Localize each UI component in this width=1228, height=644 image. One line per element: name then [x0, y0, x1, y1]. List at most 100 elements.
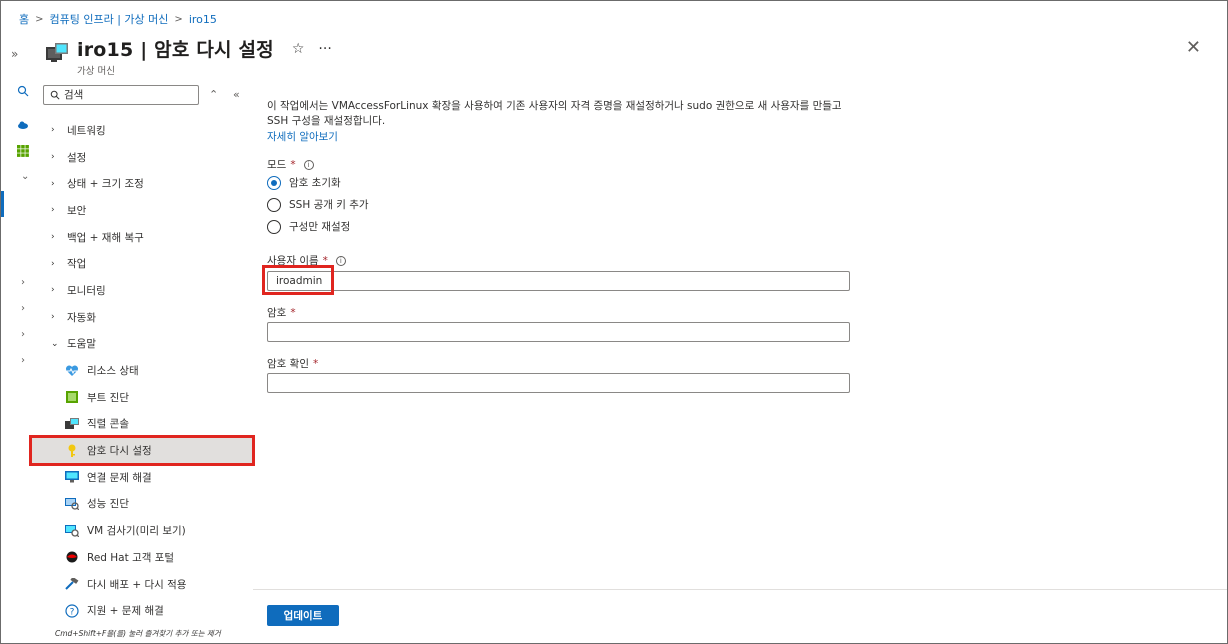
- menu-item-label: 상태 + 크기 조정: [67, 178, 144, 191]
- menu-item-connection-troubleshoot[interactable]: 연결 문제 해결: [31, 464, 253, 491]
- expand-menu-icon[interactable]: »: [11, 47, 18, 61]
- mode-option-add-ssh-key[interactable]: SSH 공개 키 추가: [267, 197, 369, 212]
- chevron-right-icon: ›: [51, 152, 55, 163]
- breadcrumb-compute[interactable]: 컴퓨팅 인프라 | 가상 머신: [50, 11, 169, 27]
- star-icon[interactable]: ☆: [292, 41, 305, 57]
- chevron-right-icon[interactable]: ›: [21, 329, 25, 340]
- info-icon[interactable]: i: [303, 159, 314, 170]
- menu-search-input[interactable]: [64, 89, 184, 101]
- update-button[interactable]: 업데이트: [267, 605, 339, 626]
- grid-icon[interactable]: [17, 145, 29, 157]
- menu-item-resource-health[interactable]: 리소스 상태: [31, 357, 253, 384]
- menu-search-box[interactable]: [43, 85, 199, 105]
- page-title: iro15 | 암호 다시 설정: [77, 39, 274, 61]
- menu-item-reset-password[interactable]: 암호 다시 설정: [29, 435, 255, 466]
- chevron-right-icon: ›: [51, 205, 55, 216]
- selection-indicator: [1, 191, 4, 217]
- chevron-right-icon: ›: [51, 125, 55, 136]
- menu-item-label: Red Hat 고객 포털: [87, 551, 175, 564]
- chevron-right-icon: >: [35, 13, 44, 25]
- menu-item-label: 지원 + 문제 해결: [87, 605, 164, 618]
- heart-pulse-icon: [65, 364, 79, 378]
- monitor-icon: [65, 470, 79, 484]
- chevron-right-icon: ›: [51, 312, 55, 323]
- menu-item-automation[interactable]: › 자동화: [31, 304, 253, 331]
- menu-item-label: 보안: [67, 204, 87, 217]
- menu-item-networking[interactable]: › 네트워킹: [31, 117, 253, 144]
- question-icon: ?: [65, 604, 79, 618]
- menu-item-label: 자동화: [67, 311, 96, 324]
- close-icon[interactable]: ✕: [1186, 37, 1201, 58]
- resource-menu: ⌃ « › 네트워킹 › 설정 › 상태 + 크기 조정 › 보안 › 백업 + 재해 복…: [29, 83, 255, 643]
- username-highlight-box: [262, 265, 334, 295]
- confirm-password-label: 암호 확인 *: [267, 356, 318, 371]
- performance-icon: [65, 497, 79, 511]
- chevron-right-icon: ›: [51, 258, 55, 269]
- breadcrumb-vm[interactable]: iro15: [189, 13, 217, 26]
- menu-item-label: 연결 문제 해결: [87, 471, 152, 484]
- menu-item-security[interactable]: › 보안: [31, 197, 253, 224]
- required-marker: *: [290, 158, 296, 171]
- blade-header: iro15 | 암호 다시 설정 가상 머신 ☆ ···: [45, 35, 332, 77]
- page-subtitle: 가상 머신: [77, 66, 115, 77]
- collapse-menu-icon[interactable]: «: [233, 88, 240, 101]
- description-text: 이 작업에서는 VMAccessForLinux 확장을 사용하여 기존 사용자…: [267, 100, 842, 127]
- favorites-hint: Cmd+Shift+F을(를) 눌러 즐겨찾기 추가 또는 제거: [55, 629, 221, 638]
- menu-item-label: VM 검사기(미리 보기): [87, 525, 186, 538]
- required-marker: *: [290, 306, 296, 319]
- radio-label: SSH 공개 키 추가: [289, 199, 369, 211]
- svg-text:?: ?: [70, 607, 75, 617]
- footer-divider: [253, 589, 1227, 590]
- portal-window: 홈 > 컴퓨팅 인프라 | 가상 머신 > iro15 » ⌄ › › › › …: [0, 0, 1228, 644]
- key-icon: [65, 444, 79, 458]
- menu-item-support-troubleshoot[interactable]: ? 지원 + 문제 해결: [31, 597, 253, 624]
- menu-item-monitoring[interactable]: › 모니터링: [31, 277, 253, 304]
- search-icon: [50, 90, 60, 100]
- chevron-right-icon: ›: [51, 232, 55, 243]
- info-icon[interactable]: i: [335, 255, 346, 266]
- mode-option-reset-password[interactable]: 암호 초기화: [267, 175, 341, 190]
- cloud-icon[interactable]: [17, 119, 29, 131]
- chevron-right-icon[interactable]: ›: [21, 355, 25, 366]
- radio-button[interactable]: [267, 197, 281, 212]
- sort-icon[interactable]: ⌃: [209, 88, 218, 101]
- password-input[interactable]: [267, 322, 850, 342]
- menu-item-backup-dr[interactable]: › 백업 + 재해 복구: [31, 224, 253, 251]
- chevron-right-icon: ›: [51, 178, 55, 189]
- menu-list: › 네트워킹 › 설정 › 상태 + 크기 조정 › 보안 › 백업 + 재해 복구 › 작…: [29, 117, 255, 624]
- menu-item-redhat-portal[interactable]: Red Hat 고객 포털: [31, 544, 253, 571]
- chevron-right-icon[interactable]: ›: [21, 303, 25, 314]
- chevron-right-icon[interactable]: ›: [21, 277, 25, 288]
- menu-item-performance-diagnostics[interactable]: 성능 진단: [31, 491, 253, 518]
- confirm-password-label-text: 암호 확인: [267, 358, 309, 370]
- menu-item-label: 모니터링: [67, 284, 106, 297]
- menu-item-operations[interactable]: › 작업: [31, 250, 253, 277]
- menu-item-vm-inspector[interactable]: VM 검사기(미리 보기): [31, 517, 253, 544]
- radio-button-checked[interactable]: [267, 175, 281, 190]
- chevron-down-icon[interactable]: ⌄: [21, 171, 29, 182]
- menu-item-help[interactable]: ⌄ 도움말: [31, 331, 253, 358]
- hammer-icon: [65, 577, 79, 591]
- radio-button[interactable]: [267, 219, 281, 234]
- menu-item-label: 직렬 콘솔: [87, 418, 129, 431]
- reset-password-form: 이 작업에서는 VMAccessForLinux 확장을 사용하여 기존 사용자…: [253, 83, 1227, 643]
- menu-item-settings[interactable]: › 설정: [31, 144, 253, 171]
- menu-item-boot-diagnostics[interactable]: 부트 진단: [31, 384, 253, 411]
- mode-option-reset-config[interactable]: 구성만 재설정: [267, 219, 350, 234]
- menu-item-redeploy-reapply[interactable]: 다시 배포 + 다시 적용: [31, 571, 253, 598]
- serial-console-icon: [65, 417, 79, 431]
- breadcrumb-home[interactable]: 홈: [19, 11, 29, 27]
- mode-label: 모드 * i: [267, 157, 314, 172]
- username-input[interactable]: iroadmin: [267, 271, 850, 291]
- menu-item-serial-console[interactable]: 직렬 콘솔: [31, 411, 253, 438]
- menu-item-health-scale[interactable]: › 상태 + 크기 조정: [31, 170, 253, 197]
- learn-more-link[interactable]: 자세히 알아보기: [267, 129, 338, 144]
- menu-item-label: 암호 다시 설정: [87, 445, 152, 458]
- chevron-right-icon: ›: [51, 285, 55, 296]
- vm-inspector-icon: [65, 524, 79, 538]
- search-icon[interactable]: [17, 85, 29, 97]
- confirm-password-input[interactable]: [267, 373, 850, 393]
- chevron-down-icon: ⌄: [51, 338, 59, 349]
- more-icon[interactable]: ···: [318, 41, 331, 57]
- password-label-text: 암호: [267, 307, 287, 319]
